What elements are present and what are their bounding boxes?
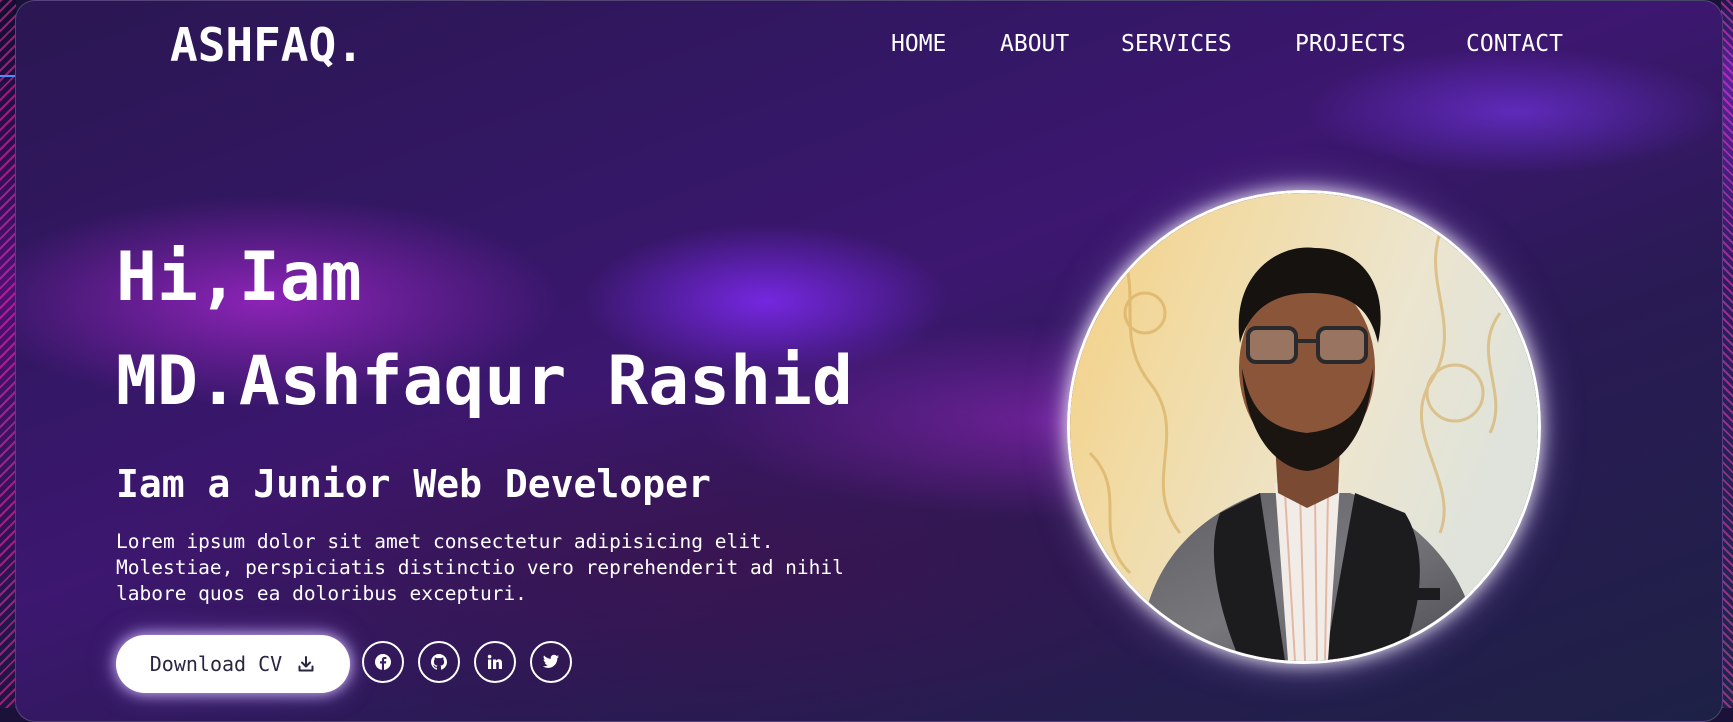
left-decor-strip: [0, 0, 16, 708]
hero-greeting: Hi,Iam: [116, 238, 362, 317]
hero-panel: ASHFAQ. HOME ABOUT SERVICES PROJECTS CON…: [15, 0, 1723, 722]
hero-name: MD.Ashfaqur Rashid: [116, 342, 853, 421]
download-cv-button[interactable]: Download CV: [116, 635, 350, 693]
github-link[interactable]: [418, 641, 460, 683]
nav-about[interactable]: ABOUT: [1000, 29, 1069, 59]
hero-description: Lorem ipsum dolor sit amet consectetur a…: [116, 530, 844, 605]
download-cv-label: Download CV: [149, 652, 283, 676]
twitter-icon: [542, 654, 560, 670]
facebook-link[interactable]: [362, 641, 404, 683]
linkedin-link[interactable]: [474, 641, 516, 683]
site-logo[interactable]: ASHFAQ.: [170, 15, 364, 75]
profile-photo: [1067, 190, 1541, 664]
facebook-icon: [374, 653, 392, 671]
linkedin-icon: [487, 654, 503, 670]
hero-role: Iam a Junior Web Developer: [116, 462, 711, 506]
nav-services[interactable]: SERVICES: [1121, 29, 1232, 59]
twitter-link[interactable]: [530, 641, 572, 683]
nav-contact[interactable]: CONTACT: [1466, 29, 1563, 59]
nav-projects[interactable]: PROJECTS: [1295, 29, 1406, 59]
download-icon: [296, 654, 316, 674]
nav-home[interactable]: HOME: [891, 29, 946, 59]
github-icon: [430, 653, 448, 671]
